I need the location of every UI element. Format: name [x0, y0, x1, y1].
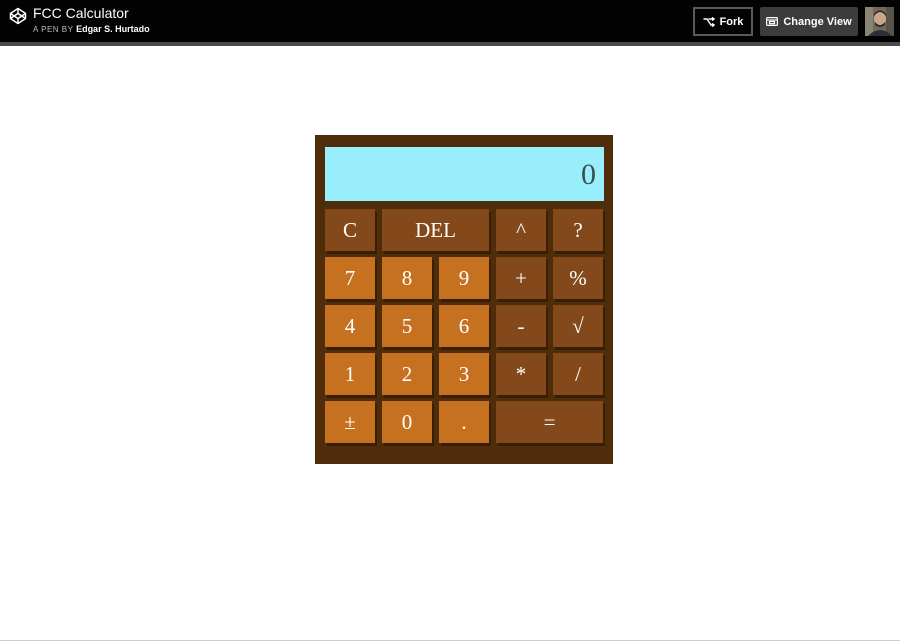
delete-key[interactable]: DEL — [382, 209, 489, 251]
equals-key[interactable]: = — [496, 401, 603, 443]
key-3[interactable]: 3 — [439, 353, 489, 395]
change-view-button-label: Change View — [783, 15, 852, 28]
calculator: 0 C DEL ^ ? 7 8 9 + % 4 5 6 - √ 1 2 3 * … — [315, 135, 613, 464]
fork-button[interactable]: Fork — [693, 7, 753, 36]
pen-byline: A PEN BY Edgar S. Hurtado — [33, 24, 150, 35]
clear-key[interactable]: C — [325, 209, 375, 251]
key-1[interactable]: 1 — [325, 353, 375, 395]
byline-prefix: A PEN BY — [33, 25, 74, 34]
user-avatar[interactable] — [865, 7, 894, 36]
top-bar-divider — [0, 42, 900, 46]
calculator-display: 0 — [325, 147, 604, 201]
divide-key[interactable]: / — [553, 353, 603, 395]
codepen-logo-icon[interactable] — [9, 7, 27, 25]
power-key[interactable]: ^ — [496, 209, 546, 251]
fork-icon — [702, 16, 715, 27]
decimal-key[interactable]: . — [439, 401, 489, 443]
key-2[interactable]: 2 — [382, 353, 432, 395]
fork-button-label: Fork — [719, 15, 744, 28]
key-0[interactable]: 0 — [382, 401, 432, 443]
key-5[interactable]: 5 — [382, 305, 432, 347]
avatar-image — [865, 7, 894, 36]
help-key[interactable]: ? — [553, 209, 603, 251]
sqrt-key[interactable]: √ — [553, 305, 603, 347]
negate-key[interactable]: ± — [325, 401, 375, 443]
subtract-key[interactable]: - — [496, 305, 546, 347]
author-link[interactable]: Edgar S. Hurtado — [76, 24, 150, 34]
key-4[interactable]: 4 — [325, 305, 375, 347]
percent-key[interactable]: % — [553, 257, 603, 299]
key-7[interactable]: 7 — [325, 257, 375, 299]
key-9[interactable]: 9 — [439, 257, 489, 299]
pen-title[interactable]: FCC Calculator — [33, 5, 129, 22]
add-key[interactable]: + — [496, 257, 546, 299]
top-bar: FCC Calculator A PEN BY Edgar S. Hurtado… — [0, 0, 900, 42]
change-view-button[interactable]: Change View — [760, 7, 858, 36]
key-8[interactable]: 8 — [382, 257, 432, 299]
multiply-key[interactable]: * — [496, 353, 546, 395]
key-6[interactable]: 6 — [439, 305, 489, 347]
change-view-icon — [766, 17, 779, 26]
